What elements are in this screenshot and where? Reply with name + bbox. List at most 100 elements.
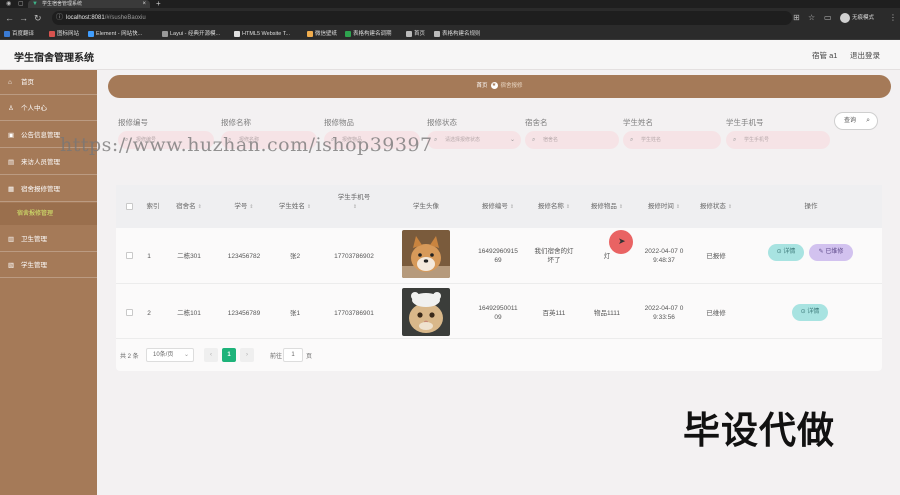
search-label-student-name: 学生姓名: [623, 118, 653, 127]
chevron-down-icon: ⌄: [183, 352, 189, 358]
page-size-select[interactable]: 10条/页 ⌄: [146, 348, 194, 362]
next-page-button[interactable]: ›: [240, 348, 254, 362]
bookmark-favicon-icon: [406, 31, 412, 37]
bookmark-favicon-icon: [49, 31, 55, 37]
pagination: 共 2 条 10条/页 ⌄ ‹ 1 › 前往 1 页: [120, 348, 520, 362]
column-header-dorm[interactable]: 宿舍名 ⇕: [166, 185, 212, 228]
column-header-repair-status[interactable]: 报修状态 ⇕: [692, 185, 740, 228]
select-all-checkbox[interactable]: [126, 203, 133, 210]
prev-page-button[interactable]: ‹: [204, 348, 218, 362]
browser-tab[interactable]: ▼ 学生宿舍管理系统 ×: [28, 0, 150, 8]
column-header-avatar: 学生头像: [413, 203, 439, 210]
column-header-repair-no[interactable]: 报修编号 ⇕: [472, 185, 524, 228]
page-jump-input[interactable]: 1: [283, 348, 303, 362]
breadcrumb-separator-icon: ★: [490, 82, 498, 90]
sidebar-item-home[interactable]: ⌂ 首页: [0, 70, 97, 95]
bookmark-item[interactable]: Layui - 经典开源模...: [162, 29, 220, 39]
column-header-student-no[interactable]: 学号 ⇕: [219, 185, 269, 228]
user-icon: ♙: [8, 105, 14, 112]
detail-button[interactable]: ⊙ 详情: [768, 244, 804, 261]
browser-more-icon[interactable]: ⋮: [889, 13, 897, 23]
sort-icon: ⇕: [675, 204, 681, 210]
bookmark-item[interactable]: 图标网站: [49, 29, 79, 39]
bookmarks-bar: 百度翻译 图标网站 Element - 网站快... Layui - 经典开源模…: [0, 28, 900, 40]
cell-repair-name: 百英111: [542, 310, 566, 317]
address-bar[interactable]: ⓘ localhost:8081/#/susheBaoxiu: [52, 11, 792, 25]
tab-list-icon[interactable]: ▢: [18, 0, 24, 8]
column-header-phone[interactable]: 学生手机号 ⇕: [326, 185, 382, 228]
search-button[interactable]: 查询 ⌕: [834, 112, 878, 130]
sidebar-item-hygiene[interactable]: ▥ 卫生管理: [0, 227, 97, 252]
hygiene-icon: ▥: [8, 236, 15, 243]
table-row: 1 二栋301 123456782 张2 17703786902 1649296…: [116, 228, 882, 284]
table-row: 2 二栋101 123456789 张1 17703786901 1649295…: [116, 285, 882, 339]
sort-icon: ⇕: [249, 204, 254, 210]
vue-favicon-icon: ▼: [32, 1, 38, 7]
column-header-repair-item[interactable]: 报修物品 ⇕: [582, 185, 632, 228]
url-host: localhost:8081: [66, 15, 105, 21]
sidebar-item-student[interactable]: ▧ 学生管理: [0, 253, 97, 278]
bookmark-favicon-icon: [234, 31, 240, 37]
student-icon: ▧: [8, 262, 15, 269]
bookmark-item[interactable]: Element - 网站快...: [88, 29, 142, 39]
url-path: /#/susheBaoxiu: [104, 15, 146, 21]
sort-icon: ⇕: [352, 204, 358, 210]
sort-icon: ⇕: [565, 204, 571, 210]
profile-label: 无痕模式: [852, 15, 875, 21]
total-count: 共 2 条: [120, 354, 139, 360]
search-input-student-phone[interactable]: ⌕ 学生手机号: [726, 131, 830, 149]
tab-close-icon[interactable]: ×: [142, 0, 146, 8]
bookmark-item[interactable]: HTML5 Website T...: [234, 29, 290, 39]
translate-icon[interactable]: ⊞: [793, 13, 800, 23]
detail-button[interactable]: ⊙ 详情: [792, 304, 828, 321]
cell-student-no: 123456789: [227, 310, 261, 317]
current-page[interactable]: 1: [222, 348, 236, 362]
search-input-dorm[interactable]: ⌕ 宿舍名: [525, 131, 619, 149]
cell-student-name: 张1: [289, 310, 301, 317]
site-info-icon[interactable]: ⓘ: [56, 11, 63, 25]
notice-icon: ▣: [8, 132, 15, 139]
breadcrumb-current: 宿舍报修: [500, 83, 523, 89]
search-select-repair-status[interactable]: ⌕ 请选择报修状态 ⌄: [427, 131, 521, 149]
search-icon: ⌕: [866, 117, 870, 124]
bookmark-item[interactable]: 百度翻译: [4, 29, 34, 39]
incognito-profile[interactable]: 无痕模式: [840, 12, 874, 24]
forward-icon[interactable]: →: [19, 12, 28, 24]
row-checkbox[interactable]: [126, 252, 133, 259]
bookmark-item[interactable]: 表格构建名调期: [345, 29, 392, 39]
extensions-icon[interactable]: ▭: [824, 13, 832, 23]
cell-dorm: 二栋301: [177, 253, 201, 260]
sidebar-item-profile[interactable]: ♙ 个人中心: [0, 96, 97, 121]
bookmark-star-icon[interactable]: ☆: [808, 13, 815, 23]
browser-toolbar: ← → ↻ ⓘ localhost:8081/#/susheBaoxiu ⊞ ☆…: [0, 8, 900, 28]
sort-icon: ⇕: [197, 204, 202, 210]
logout-link[interactable]: 退出登录: [850, 50, 880, 61]
bookmark-item[interactable]: 表格构建名规则: [434, 29, 481, 39]
sidebar-subitem-repair[interactable]: 宿舍报修管理: [0, 203, 97, 225]
column-header-student-name[interactable]: 学生姓名 ⇕: [273, 185, 317, 228]
bookmark-favicon-icon: [345, 31, 351, 37]
cell-repair-time: 2022-04-07 0 9:33:56: [644, 305, 684, 321]
chevron-down-icon: ⌄: [509, 137, 515, 143]
browser-menu-icon[interactable]: ◉: [6, 0, 11, 8]
sort-icon: ⇕: [509, 204, 515, 210]
bookmark-favicon-icon: [434, 31, 440, 37]
search-label-repair-no: 报修编号: [118, 118, 148, 127]
column-header-repair-time[interactable]: 报修时间 ⇕: [636, 185, 692, 228]
row-checkbox[interactable]: [126, 309, 133, 316]
breadcrumb-home[interactable]: 首页: [476, 83, 487, 89]
sidebar-item-repair[interactable]: ▦ 宿舍报修管理: [0, 177, 97, 202]
cell-student-name: 张2: [289, 253, 301, 260]
bookmark-favicon-icon: [4, 31, 10, 37]
bookmark-item[interactable]: 首页: [406, 29, 425, 39]
column-header-index: 索引: [146, 203, 160, 210]
search-label-repair-item: 报修物品: [324, 118, 354, 127]
new-tab-icon[interactable]: +: [156, 0, 161, 8]
back-icon[interactable]: ←: [5, 12, 14, 24]
browser-tabstrip: ◉ ▢ ▼ 学生宿舍管理系统 × +: [0, 0, 900, 8]
bookmark-item[interactable]: 微信壁纸: [307, 29, 337, 39]
search-input-student-name[interactable]: ⌕ 学生姓名: [623, 131, 721, 149]
mark-repaired-button[interactable]: ✎ 已维修: [809, 244, 853, 261]
column-header-repair-name[interactable]: 报修名称 ⇕: [529, 185, 579, 228]
reload-icon[interactable]: ↻: [34, 12, 42, 24]
